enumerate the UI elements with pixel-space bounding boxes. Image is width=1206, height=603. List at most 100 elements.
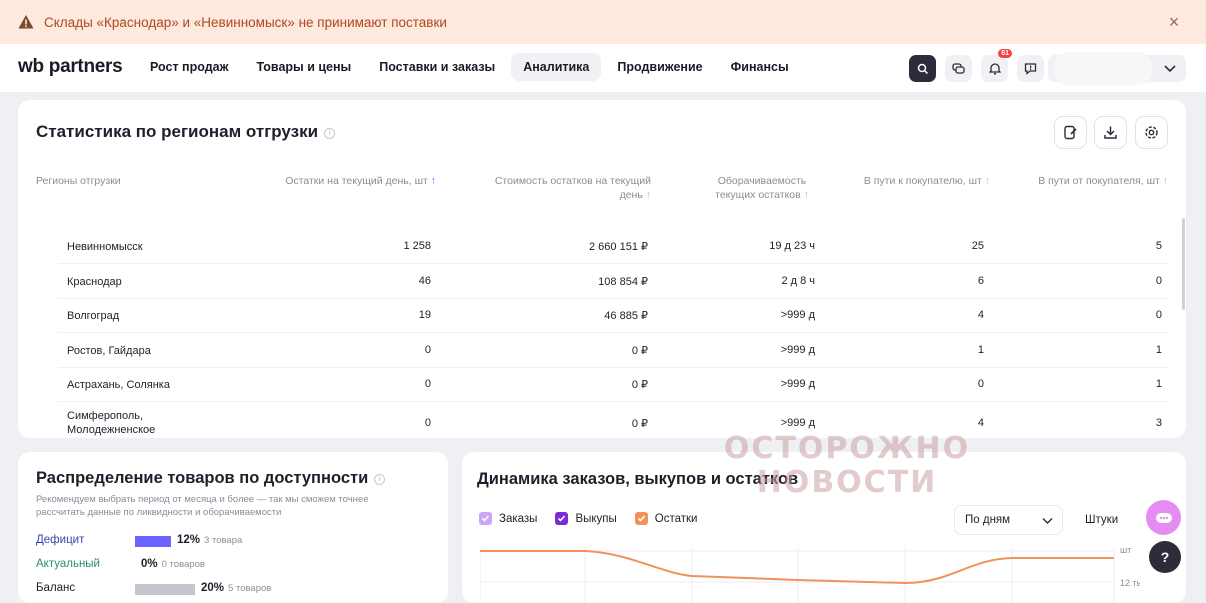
table-cell: 3 [1155, 417, 1162, 429]
row-divider [58, 367, 1168, 368]
menu-item-supplies-orders[interactable]: Поставки и заказы [367, 53, 507, 81]
legend-item[interactable]: Заказы [479, 512, 537, 525]
column-header-turnover[interactable]: Оборачиваемость текущих остатков ↑ [703, 174, 821, 202]
header-actions: 61 [909, 49, 1044, 82]
menu-item-products-prices[interactable]: Товары и цены [244, 53, 363, 81]
table-cell: 1 [1155, 378, 1162, 390]
chat-icon [952, 63, 965, 74]
legend-label: Выкупы [575, 512, 617, 525]
distribution-percent: 0% 0 товаров [141, 558, 205, 570]
legend-label: Остатки [654, 512, 698, 525]
stats-title: Статистика по регионам отгрузки i [36, 122, 336, 142]
notification-badge: 61 [998, 49, 1012, 58]
edit-report-button[interactable] [1054, 116, 1087, 149]
distribution-label: Дефицит [36, 534, 85, 546]
checkbox-icon[interactable] [634, 512, 648, 525]
table-cell: 19 д 23 ч [769, 240, 815, 252]
table-cell: 4 [977, 309, 984, 321]
legend-label: Заказы [499, 512, 538, 525]
distribution-bar [135, 584, 435, 595]
warning-banner: Склады «Краснодар» и «Невинномыск» не пр… [0, 0, 1206, 44]
column-header-in-transit-to[interactable]: В пути к покупателю, шт ↑ [844, 174, 990, 188]
main-menu: Рост продаж Товары и цены Поставки и зак… [138, 53, 801, 81]
column-header-in-transit-from[interactable]: В пути от покупателя, шт ↑ [1014, 174, 1168, 188]
profile-menu[interactable] [1048, 52, 1186, 85]
info-icon[interactable]: i [324, 128, 336, 139]
notifications-button[interactable]: 61 [981, 49, 1012, 82]
top-navigation: wb partners Рост продаж Товары и цены По… [0, 44, 1206, 92]
chat-assistant-button[interactable] [1146, 500, 1181, 535]
sort-arrow-icon: ↑ [1162, 175, 1168, 187]
search-button[interactable] [909, 55, 936, 82]
row-divider [58, 401, 1168, 402]
table-cell: 0 [977, 378, 984, 390]
column-header-region[interactable]: Регионы отгрузки [36, 174, 186, 188]
table-cell: >999 д [780, 417, 815, 429]
watermark-line-1: ОСТОРОЖНО [723, 431, 971, 466]
legend-item[interactable]: Остатки [634, 512, 698, 525]
table-cell: 5 [1155, 240, 1162, 252]
table-cell: 46 885 ₽ [604, 310, 648, 322]
table-cell: 4 [977, 417, 984, 429]
chat-bubble-icon [1155, 512, 1172, 523]
item-count: 3 товара [204, 535, 243, 546]
sort-arrow-icon: ↑ [803, 189, 809, 201]
settings-button[interactable] [1135, 116, 1168, 149]
table-cell: 46 [418, 275, 431, 287]
sort-arrow-icon: ↑ [645, 189, 651, 201]
info-icon[interactable]: i [374, 474, 386, 485]
menu-item-analytics[interactable]: Аналитика [511, 53, 602, 81]
menu-item-finance[interactable]: Финансы [719, 53, 801, 81]
period-select[interactable]: По дням [954, 505, 1063, 535]
distribution-row: Актуальный 0% 0 товаров [36, 558, 366, 574]
logo[interactable]: wb partners [18, 56, 123, 78]
table-cell: 0 ₽ [631, 379, 648, 391]
menu-item-sales-growth[interactable]: Рост продаж [138, 53, 240, 81]
checkbox-icon[interactable] [555, 512, 569, 525]
download-button[interactable] [1094, 116, 1127, 149]
close-icon[interactable]: × [1164, 12, 1184, 32]
table-cell: 0 [424, 344, 431, 356]
profile-name-redacted [1054, 52, 1152, 85]
distribution-bar-fill [135, 584, 195, 595]
sort-arrow-icon: ↑ [984, 175, 990, 187]
region-name: Астрахань, Солянка [67, 379, 170, 391]
column-header-stock[interactable]: Остатки на текущий день, шт ↑ [266, 174, 436, 188]
distribution-row: Дефицит 12% 3 товара [36, 534, 366, 550]
region-name: Краснодар [67, 276, 122, 288]
item-count: 5 товаров [228, 583, 272, 594]
y-axis-unit: шт [1120, 545, 1131, 555]
region-name: Ростов, Гайдара [67, 345, 151, 357]
distribution-label: Баланс [36, 582, 76, 594]
distribution-percent: 12% 3 товара [177, 534, 242, 546]
download-icon [1104, 126, 1117, 139]
unit-select[interactable]: Штуки [1075, 505, 1155, 535]
region-name: Симферополь, Молодежненское [67, 410, 156, 436]
bell-icon [988, 63, 1001, 75]
help-button[interactable]: ? [1149, 541, 1181, 573]
table-cell: 0 [424, 417, 431, 429]
table-scrollbar[interactable] [1182, 218, 1185, 310]
checkbox-icon[interactable] [479, 512, 492, 525]
row-divider [58, 263, 1168, 264]
chevron-down-icon [1164, 65, 1176, 73]
legend-item[interactable]: Выкупы [555, 512, 617, 525]
chat-button[interactable] [945, 55, 972, 82]
percent-value: 12% [177, 534, 201, 546]
watermark-line-2: НОВОСТИ [756, 465, 938, 500]
table-cell: 0 ₽ [631, 345, 648, 357]
sort-arrow-icon: ↑ [430, 175, 436, 187]
percent-value: 20% [201, 582, 225, 594]
table-row[interactable]: Симферополь, Молодежненское 0 0 ₽ >999 д 4 3 [18, 409, 1186, 439]
edit-document-icon [1064, 125, 1077, 140]
search-icon [917, 63, 928, 74]
row-divider [58, 298, 1168, 299]
menu-item-promotion[interactable]: Продвижение [605, 53, 714, 81]
availability-distribution-card: Распределение товаров по доступности i Ре… [18, 452, 448, 603]
feedback-button[interactable] [1017, 55, 1044, 82]
region-name: Невинномысск [67, 241, 143, 253]
watermark: ОСТОРОЖНО НОВОСТИ [722, 432, 972, 500]
distribution-percent: 20% 5 товаров [201, 582, 271, 594]
column-header-stock-value[interactable]: Стоимость остатков на текущий день ↑ [473, 174, 651, 202]
distribution-row: Баланс 20% 5 товаров [36, 582, 366, 598]
